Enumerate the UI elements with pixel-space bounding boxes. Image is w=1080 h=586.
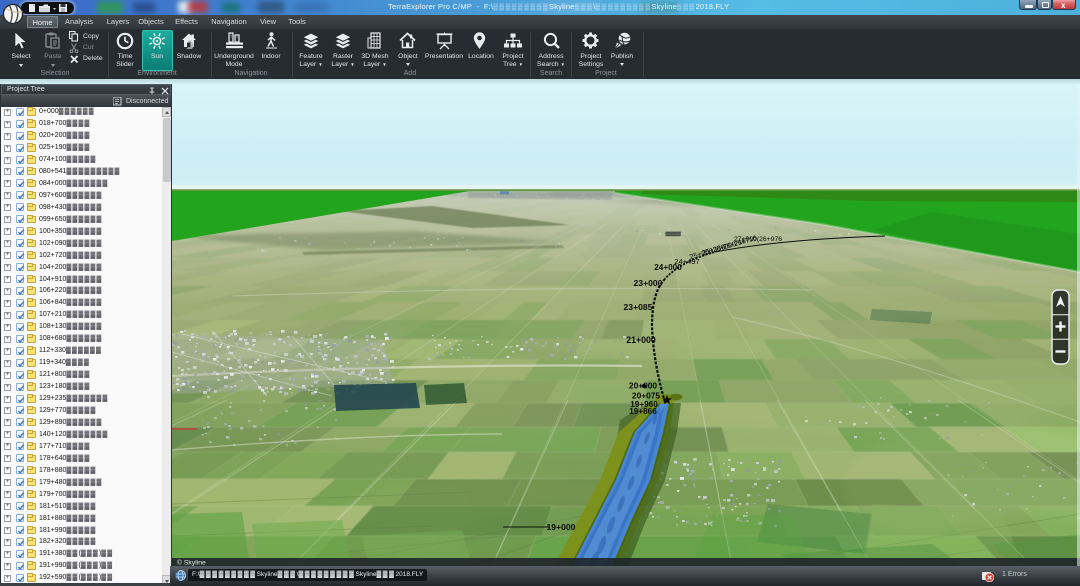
svg-text:23+000: 23+000 xyxy=(634,278,663,288)
svg-text:20+000: 20+000 xyxy=(629,381,658,391)
svg-text:20+075: 20+075 xyxy=(632,391,661,401)
svg-text:© Skyline: © Skyline xyxy=(177,559,206,566)
svg-text:21+000: 21+000 xyxy=(626,335,656,345)
svg-text:23+085: 23+085 xyxy=(624,302,653,312)
svg-text:19+866: 19+866 xyxy=(629,407,657,416)
svg-text:19+000: 19+000 xyxy=(547,522,576,532)
svg-text:27+000(26+976: 27+000(26+976 xyxy=(734,236,782,243)
